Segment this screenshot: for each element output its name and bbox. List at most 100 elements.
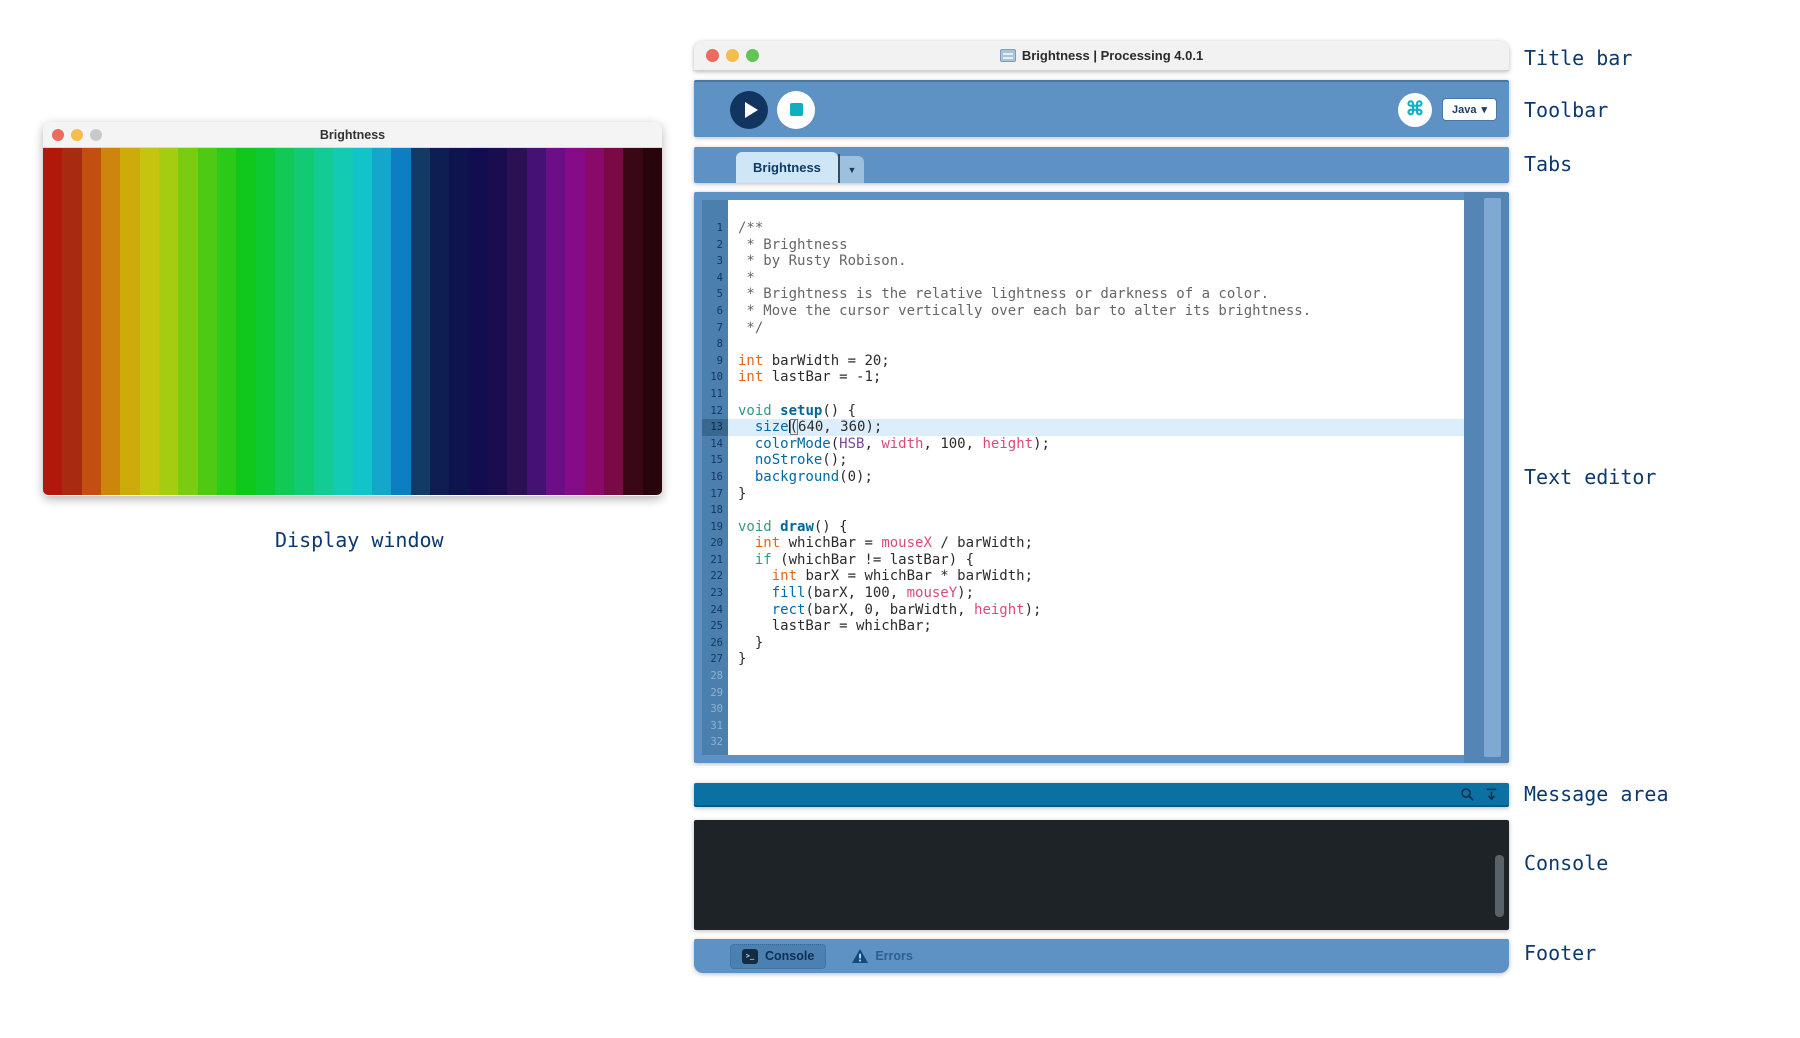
editor-scrollbar-thumb[interactable] [1484,198,1501,757]
color-bar-24 [488,148,507,495]
code-line[interactable]: 10int lastBar = -1; [702,369,1464,386]
footer-tab-errors[interactable]: Errors [852,949,913,963]
warning-icon [852,949,868,963]
code-line[interactable]: 22 int barX = whichBar * barWidth; [702,568,1464,585]
line-number: 32 [702,734,728,751]
color-bar-2 [62,148,81,495]
code-line[interactable]: 32 [702,734,1464,751]
code-text: * Brightness is the relative lightness o… [728,286,1464,303]
annotation-tabs: Tabs [1524,152,1572,176]
code-line[interactable]: 24 rect(barX, 0, barWidth, height); [702,602,1464,619]
color-bar-23 [469,148,488,495]
code-line[interactable]: 11 [702,386,1464,403]
code-text: rect(barX, 0, barWidth, height); [728,602,1464,619]
code-line[interactable]: 4 * [702,270,1464,287]
debug-button[interactable]: ⌘ [1398,93,1432,127]
code-line[interactable]: 20 int whichBar = mouseX / barWidth; [702,535,1464,552]
color-bar-28 [565,148,584,495]
color-bar-32 [643,148,662,495]
code-text: size(640, 360); [728,419,1464,436]
color-bar-19 [391,148,410,495]
code-line[interactable]: 17} [702,486,1464,503]
code-line[interactable]: 15 noStroke(); [702,452,1464,469]
line-number: 30 [702,701,728,718]
ide-window-title: Brightness | Processing 4.0.1 [1022,48,1203,63]
code-line[interactable]: 30 [702,701,1464,718]
code-line[interactable]: 25 lastBar = whichBar; [702,618,1464,635]
code-line[interactable]: 1/** [702,220,1464,237]
line-number: 25 [702,618,728,635]
code-line[interactable]: 6 * Move the cursor vertically over each… [702,303,1464,320]
code-line[interactable]: 14 colorMode(HSB, width, 100, height); [702,436,1464,453]
color-bar-21 [430,148,449,495]
code-line[interactable]: 9int barWidth = 20; [702,353,1464,370]
color-bar-18 [372,148,391,495]
code-text: } [728,651,1464,668]
code-text [728,701,1464,718]
code-line[interactable]: 26 } [702,635,1464,652]
code-line[interactable]: 2 * Brightness [702,237,1464,254]
line-number: 9 [702,353,728,370]
color-bar-15 [314,148,333,495]
code-line[interactable]: 27} [702,651,1464,668]
message-area [694,783,1509,807]
run-button[interactable] [730,91,768,129]
code-text: noStroke(); [728,452,1464,469]
line-number: 1 [702,220,728,237]
code-line[interactable]: 18 [702,502,1464,519]
line-number: 22 [702,568,728,585]
scroll-to-bottom-icon[interactable] [1484,787,1499,802]
mode-selector-button[interactable]: Java ▾ [1442,98,1497,121]
line-number: 12 [702,403,728,420]
code-line[interactable]: 31 [702,718,1464,735]
code-line[interactable]: 29 [702,685,1464,702]
text-editor[interactable]: 1/**2 * Brightness3 * by Rusty Robison.4… [694,192,1509,763]
code-line[interactable]: 3 * by Rusty Robison. [702,253,1464,270]
code-text: int barX = whichBar * barWidth; [728,568,1464,585]
line-number: 5 [702,286,728,303]
code-line[interactable]: 23 fill(barX, 100, mouseY); [702,585,1464,602]
color-bar-25 [507,148,526,495]
code-text: * [728,270,1464,287]
code-text [728,685,1464,702]
console-scrollbar-thumb[interactable] [1495,855,1504,917]
color-bar-29 [585,148,604,495]
code-text [728,502,1464,519]
code-line[interactable]: 13 size(640, 360); [702,419,1464,436]
tab-menu-button[interactable]: ▼ [840,156,864,183]
code-text: fill(barX, 100, mouseY); [728,585,1464,602]
stop-button[interactable] [777,91,815,129]
chevron-down-icon: ▼ [847,165,856,175]
code-line[interactable]: 19void draw() { [702,519,1464,536]
code-line[interactable]: 21 if (whichBar != lastBar) { [702,552,1464,569]
code-line[interactable]: 28 [702,668,1464,685]
code-line[interactable]: 5 * Brightness is the relative lightness… [702,286,1464,303]
stop-icon [790,103,803,116]
code-text: void setup() { [728,403,1464,420]
color-bar-3 [82,148,101,495]
line-number: 16 [702,469,728,486]
line-number: 19 [702,519,728,536]
editor-scrollbar-track[interactable] [1464,192,1509,763]
code-text: int lastBar = -1; [728,369,1464,386]
color-bar-14 [294,148,313,495]
line-number: 13 [702,419,728,436]
tab-brightness[interactable]: Brightness [736,152,838,183]
code-line[interactable]: 7 */ [702,320,1464,337]
color-bar-7 [159,148,178,495]
line-number: 31 [702,718,728,735]
code-line[interactable]: 8 [702,336,1464,353]
line-number: 3 [702,253,728,270]
line-number: 24 [702,602,728,619]
code-area[interactable]: 1/**2 * Brightness3 * by Rusty Robison.4… [702,200,1464,755]
color-bar-8 [178,148,197,495]
color-bar-11 [236,148,255,495]
ide-tab-bar: Brightness ▼ [694,147,1509,183]
search-icon[interactable] [1460,787,1475,802]
color-bar-4 [101,148,120,495]
code-line[interactable]: 16 background(0); [702,469,1464,486]
page: Brightness Display window Brightness | P… [0,0,1800,1038]
code-line[interactable]: 12void setup() { [702,403,1464,420]
footer-tab-console[interactable]: >_ Console [730,944,826,969]
code-text [728,386,1464,403]
